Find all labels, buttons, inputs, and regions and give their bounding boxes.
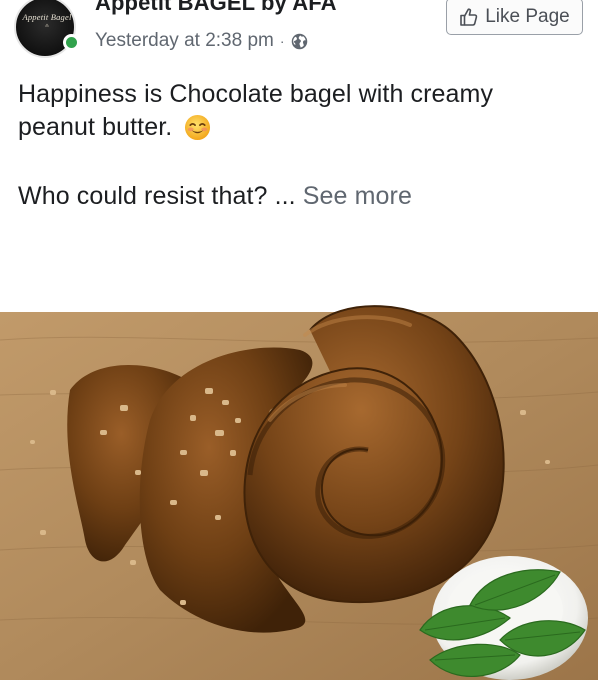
globe-icon[interactable] <box>291 33 308 50</box>
page-name-link[interactable]: Appetit BAGEL by AFA <box>95 0 337 16</box>
avatar-logo-subtext: ⁂ <box>45 23 49 28</box>
post-text-line-3-text: Who could resist that? ... <box>18 182 296 210</box>
meta-separator: · <box>279 33 285 49</box>
post-timestamp[interactable]: Yesterday at 2:38 pm <box>95 30 274 52</box>
like-page-label: Like Page <box>485 5 570 27</box>
post-text-line-3: Who could resist that? ... See more <box>18 182 412 211</box>
facebook-post: Appetit Bagel ⁂ Appetit BAGEL by AFA Yes… <box>0 0 598 680</box>
post-header: Appetit Bagel ⁂ Appetit BAGEL by AFA Yes… <box>0 0 598 70</box>
online-status-dot <box>63 34 80 51</box>
smiling-face-emoji-icon <box>184 114 211 141</box>
post-photo[interactable] <box>0 300 598 680</box>
post-text-line-1: Happiness is Chocolate bagel with creamy <box>18 80 494 108</box>
post-text-line-2: peanut butter. <box>18 113 211 142</box>
see-more-link[interactable]: See more <box>303 182 412 210</box>
thumbs-up-icon <box>459 7 479 27</box>
avatar-logo-text: Appetit Bagel <box>22 12 72 22</box>
like-page-button[interactable]: Like Page <box>446 0 583 35</box>
chocolate-bagel-photo <box>0 300 598 680</box>
post-text-line-2-text: peanut butter. <box>18 113 173 141</box>
post-meta: Yesterday at 2:38 pm · <box>95 30 308 52</box>
